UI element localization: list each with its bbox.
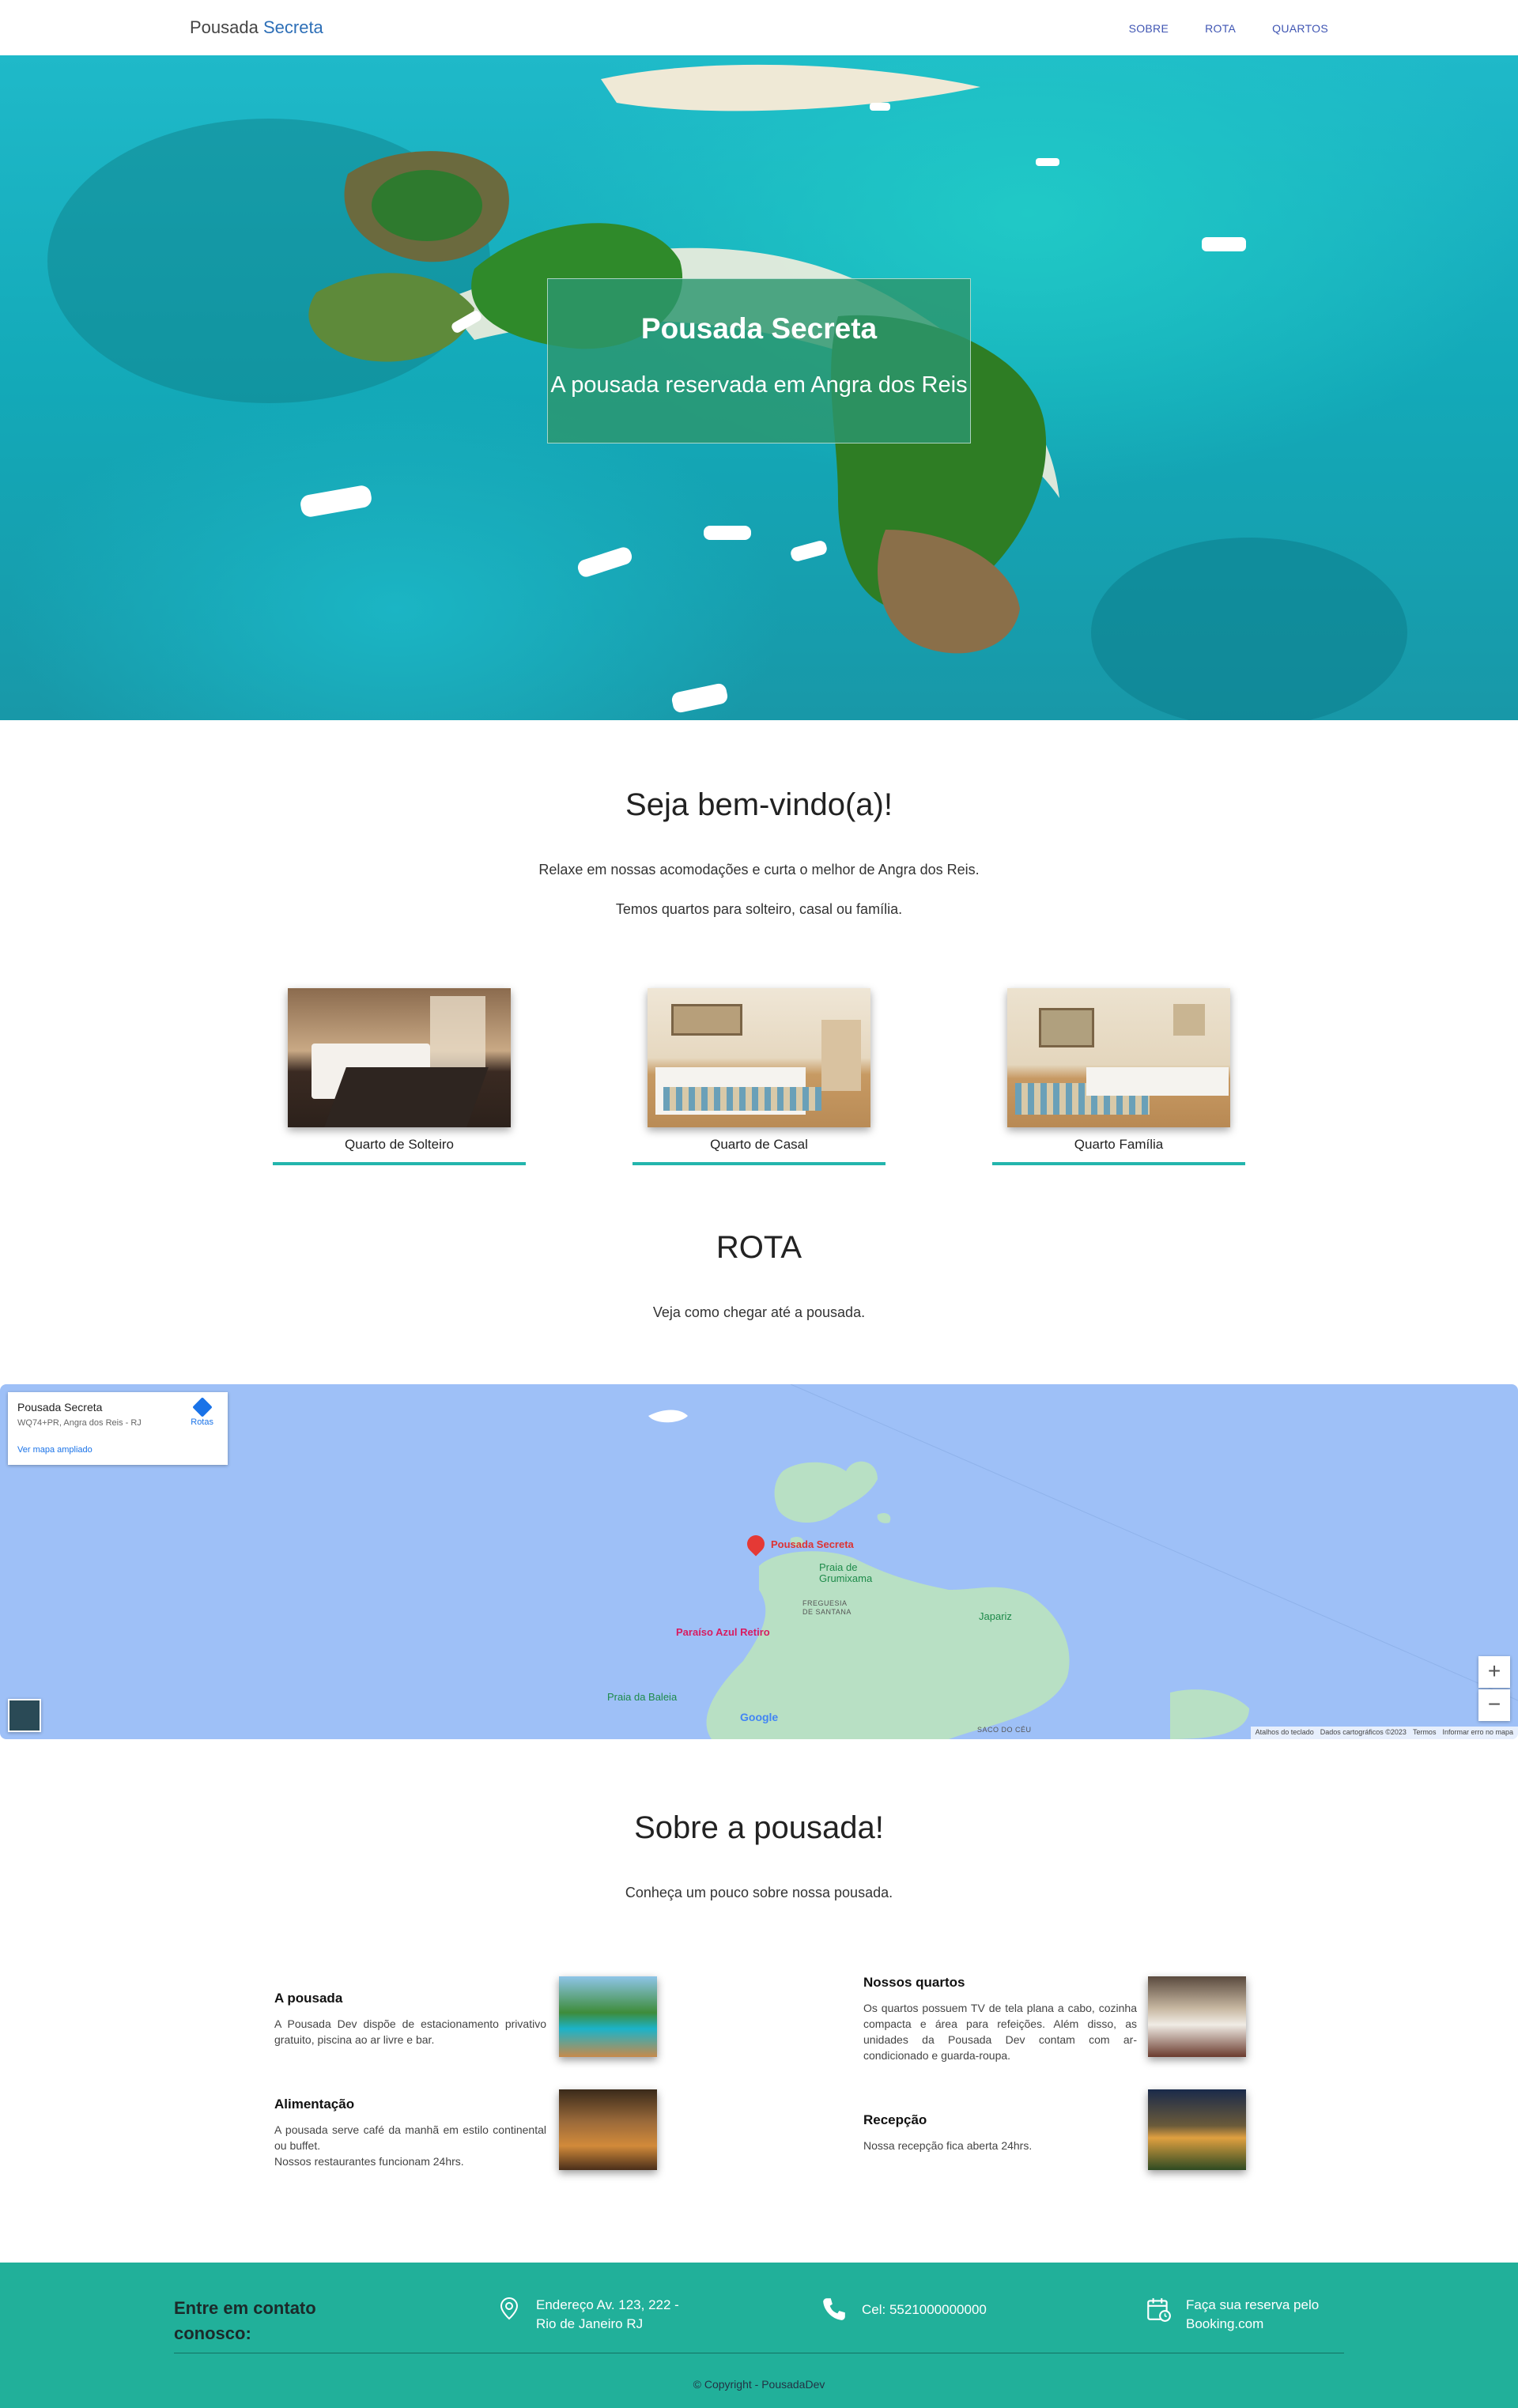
about-photo-recepcao bbox=[1148, 2089, 1246, 2170]
room-label-solteiro: Quarto de Solteiro bbox=[345, 1137, 454, 1152]
map-footer-terms[interactable]: Termos bbox=[1413, 1728, 1437, 1738]
room-card-familia[interactable]: Quarto Família bbox=[992, 988, 1245, 1165]
nav-link-rota[interactable]: ROTA bbox=[1205, 22, 1236, 35]
welcome-line-2: Temos quartos para solteiro, casal ou fa… bbox=[615, 901, 903, 917]
footer-address-line-2: Rio de Janeiro RJ bbox=[536, 2316, 644, 2331]
google-logo: Google bbox=[740, 1711, 779, 1723]
about-title: Sobre a pousada! bbox=[634, 1810, 884, 1845]
about-heading: A pousada bbox=[274, 1991, 343, 2006]
map-label-beach: Praia de Grumixama bbox=[819, 1561, 873, 1584]
nav-link-quartos[interactable]: QUARTOS bbox=[1272, 22, 1328, 35]
map-label-hotel: Paraíso Azul Retiro bbox=[676, 1626, 770, 1638]
zoom-in-button[interactable]: + bbox=[1478, 1656, 1510, 1688]
map-directions-button[interactable]: Rotas bbox=[191, 1397, 213, 1427]
map-label-japariz: Japariz bbox=[979, 1610, 1012, 1622]
room-photo-solteiro bbox=[288, 988, 511, 1127]
nav-link-sobre[interactable]: SOBRE bbox=[1129, 22, 1169, 35]
room-label-casal: Quarto de Casal bbox=[710, 1137, 808, 1152]
about-body: Os quartos possuem TV de tela plana a ca… bbox=[863, 2002, 1137, 2062]
about-item-alimentacao: Alimentação A pousada serve café da manh… bbox=[274, 2097, 546, 2169]
hero-caption-box: Pousada Secreta A pousada reservada em A… bbox=[547, 278, 971, 443]
route-title: ROTA bbox=[716, 1230, 802, 1265]
about-item-recepcao: Recepção Nossa recepção fica aberta 24hr… bbox=[863, 2112, 1137, 2153]
footer-contact-title: Entre em contato conosco: bbox=[174, 2298, 316, 2343]
location-icon bbox=[500, 2297, 519, 2320]
map-satellite-toggle[interactable] bbox=[8, 1699, 41, 1732]
hero-title: Pousada Secreta bbox=[640, 312, 878, 345]
map-label-saco: SACO DO CÉU bbox=[977, 1726, 1032, 1734]
about-body: Nossa recepção fica aberta 24hrs. bbox=[863, 2139, 1033, 2152]
footer-address: Endereço Av. 123, 222 - Rio de Janeiro R… bbox=[497, 2296, 679, 2334]
zoom-out-button[interactable]: − bbox=[1478, 1689, 1510, 1721]
footer-booking-line-2: Booking.com bbox=[1186, 2316, 1264, 2331]
map-place-name: Pousada Secreta bbox=[17, 1401, 103, 1413]
footer-booking-line-1: Faça sua reserva pelo bbox=[1186, 2297, 1320, 2312]
embedded-map[interactable]: Pousada Secreta WQ74+PR, Angra dos Reis … bbox=[0, 1384, 1518, 1739]
room-photo-familia bbox=[1007, 988, 1230, 1127]
map-directions-label: Rotas bbox=[191, 1417, 213, 1427]
about-body-line: A pousada serve café da manhã em estilo … bbox=[274, 2123, 546, 2152]
page-footer: Entre em contato conosco: Endereço Av. 1… bbox=[0, 2263, 1518, 2408]
map-land-shapes bbox=[648, 1384, 1518, 1739]
about-text: Conheça um pouco sobre nossa pousada. bbox=[625, 1885, 893, 1900]
brand-logo[interactable]: Pousada Secreta bbox=[190, 17, 323, 38]
hero-subtitle: A pousada reservada em Angra dos Reis bbox=[550, 372, 968, 398]
footer-copyright: © Copyright - PousadaDev bbox=[693, 2378, 825, 2391]
calendar-icon bbox=[1147, 2298, 1171, 2322]
room-underline bbox=[632, 1162, 886, 1165]
directions-icon bbox=[191, 1397, 213, 1417]
about-body: A Pousada Dev dispõe de estacionamento p… bbox=[274, 2017, 546, 2046]
map-label-baleia: Praia da Baleia bbox=[607, 1691, 678, 1703]
footer-address-line-1: Endereço Av. 123, 222 - bbox=[536, 2297, 679, 2312]
map-attribution-bar: Atalhos do teclado Dados cartográficos ©… bbox=[1250, 1727, 1518, 1739]
about-body: A pousada serve café da manhã em estilo … bbox=[274, 2122, 546, 2169]
about-photo-alimentacao bbox=[559, 2089, 657, 2170]
room-underline bbox=[992, 1162, 1245, 1165]
room-photo-casal bbox=[648, 988, 870, 1127]
hero-banner: Pousada Secreta A pousada reservada em A… bbox=[0, 55, 1518, 720]
room-card-solteiro[interactable]: Quarto de Solteiro bbox=[273, 988, 526, 1165]
about-heading: Nossos quartos bbox=[863, 1975, 965, 1990]
about-item-pousada: A pousada A Pousada Dev dispõe de estaci… bbox=[274, 1991, 546, 2048]
brand-main: Pousada bbox=[190, 17, 263, 37]
welcome-title: Seja bem-vindo(a)! bbox=[625, 787, 893, 822]
about-heading: Recepção bbox=[863, 2112, 927, 2127]
welcome-line-1: Relaxe em nossas acomodações e curta o m… bbox=[538, 862, 980, 878]
about-photo-pousada bbox=[559, 1976, 657, 2057]
nav-links: SOBRE ROTA QUARTOS bbox=[1129, 22, 1328, 35]
room-label-familia: Quarto Família bbox=[1074, 1137, 1164, 1152]
footer-booking[interactable]: Faça sua reserva pelo Booking.com bbox=[1145, 2296, 1319, 2334]
about-item-quartos: Nossos quartos Os quartos possuem TV de … bbox=[863, 1975, 1137, 2063]
about-photo-quartos bbox=[1148, 1976, 1246, 2057]
top-navbar: Pousada Secreta SOBRE ROTA QUARTOS bbox=[0, 0, 1518, 55]
map-label-district: FREGUESIA DE SANTANA bbox=[802, 1599, 852, 1616]
about-body-line: Nossos restaurantes funcionam 24hrs. bbox=[274, 2155, 464, 2168]
map-footer-data: Dados cartográficos ©2023 bbox=[1320, 1728, 1407, 1736]
route-text: Veja como chegar até a pousada. bbox=[652, 1304, 866, 1320]
footer-phone: Cel: 5521000000000 bbox=[821, 2296, 987, 2323]
map-place-address: WQ74+PR, Angra dos Reis - RJ bbox=[17, 1418, 142, 1428]
about-heading: Alimentação bbox=[274, 2097, 355, 2112]
footer-phone-number[interactable]: Cel: 5521000000000 bbox=[862, 2300, 987, 2319]
map-label-pin: Pousada Secreta bbox=[771, 1538, 854, 1550]
map-footer-report[interactable]: Informar erro no mapa bbox=[1442, 1728, 1513, 1738]
room-card-casal[interactable]: Quarto de Casal bbox=[632, 988, 886, 1165]
brand-accent: Secreta bbox=[262, 17, 323, 37]
map-footer-shortcuts[interactable]: Atalhos do teclado bbox=[1256, 1728, 1314, 1738]
room-underline bbox=[273, 1162, 526, 1165]
map-place-card: Pousada Secreta WQ74+PR, Angra dos Reis … bbox=[8, 1392, 228, 1465]
phone-icon bbox=[823, 2298, 845, 2320]
map-larger-link[interactable]: Ver mapa ampliado bbox=[17, 1445, 93, 1455]
